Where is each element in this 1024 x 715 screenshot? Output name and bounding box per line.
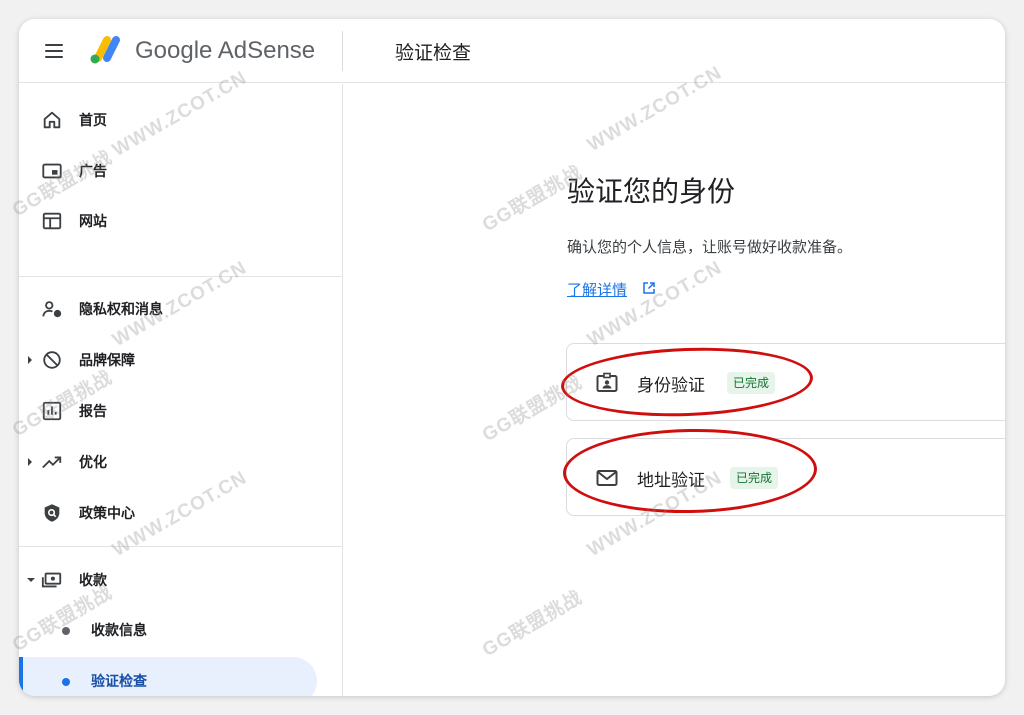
expand-caret-icon[interactable] [28, 356, 32, 364]
active-indicator [19, 657, 23, 696]
trending-icon [42, 456, 62, 469]
sidebar-item-policy-center[interactable]: 政策中心 [19, 491, 342, 535]
adsense-logo-icon [90, 36, 120, 64]
header-divider [342, 31, 343, 71]
section-description: 确认您的个人信息，让账号做好收款准备。 [567, 238, 853, 256]
brand-name: Google AdSense [135, 37, 316, 64]
sidebar-item-label: 优化 [79, 455, 107, 471]
sidebar-item-label: 首页 [79, 113, 107, 129]
nav-dot-icon [62, 627, 70, 635]
sidebar-item-ads[interactable]: 广告 [19, 149, 342, 193]
payments-icon [41, 572, 62, 588]
external-link-icon[interactable] [641, 280, 657, 296]
sidebar-item-label: 品牌保障 [79, 353, 135, 369]
sidebar-item-label: 政策中心 [79, 506, 135, 522]
reports-icon [42, 401, 62, 421]
nav-dot-icon [62, 678, 70, 686]
top-app-bar: Google AdSense 验证检查 [19, 19, 1005, 83]
sidebar-item-privacy[interactable]: 隐私权和消息 [19, 287, 342, 331]
menu-icon[interactable] [43, 39, 67, 63]
page-title: 验证检查 [395, 42, 472, 64]
app-window: Google AdSense 验证检查 首页 广告 网站 隐私权和消息 品牌保障… [19, 19, 1005, 696]
sidebar-subitem-payment-info[interactable]: 收款信息 [19, 606, 342, 654]
privacy-icon [42, 301, 62, 318]
sidebar-subitem-label: 验证检查 [91, 674, 147, 690]
sidebar-item-brand-safety[interactable]: 品牌保障 [19, 338, 342, 382]
sidebar-subitem-label: 收款信息 [91, 623, 147, 639]
home-icon [43, 111, 61, 129]
ads-icon [42, 163, 62, 179]
sidebar-item-label: 网站 [79, 214, 107, 230]
sidebar-subitem-verification[interactable]: 验证检查 [19, 657, 317, 696]
sidebar-item-label: 报告 [79, 404, 107, 420]
sidebar-item-reports[interactable]: 报告 [19, 389, 342, 433]
sidebar-divider [19, 276, 342, 277]
learn-more-link[interactable]: 了解详情 [567, 279, 627, 300]
expand-caret-icon[interactable] [28, 458, 32, 466]
shield-icon [44, 504, 60, 522]
sidebar-item-payments[interactable]: 收款 [19, 558, 342, 602]
collapse-caret-icon[interactable] [27, 578, 35, 582]
block-icon [43, 351, 61, 369]
sites-icon [42, 212, 62, 230]
sidebar-item-sites[interactable]: 网站 [19, 199, 342, 243]
sidebar-nav: 首页 广告 网站 隐私权和消息 品牌保障 报告 优化 政策中心 收款 收款信息 … [19, 84, 343, 696]
main-content: 验证您的身份 确认您的个人信息，让账号做好收款准备。 了解详情 身份验证 已完成… [343, 84, 1005, 696]
sidebar-item-label: 隐私权和消息 [79, 302, 163, 318]
sidebar-item-label: 广告 [79, 164, 107, 180]
sidebar-item-home[interactable]: 首页 [19, 98, 342, 142]
sidebar-item-label: 收款 [79, 573, 107, 589]
sidebar-divider [19, 546, 342, 547]
sidebar-item-optimization[interactable]: 优化 [19, 440, 342, 484]
section-heading: 验证您的身份 [567, 175, 736, 208]
